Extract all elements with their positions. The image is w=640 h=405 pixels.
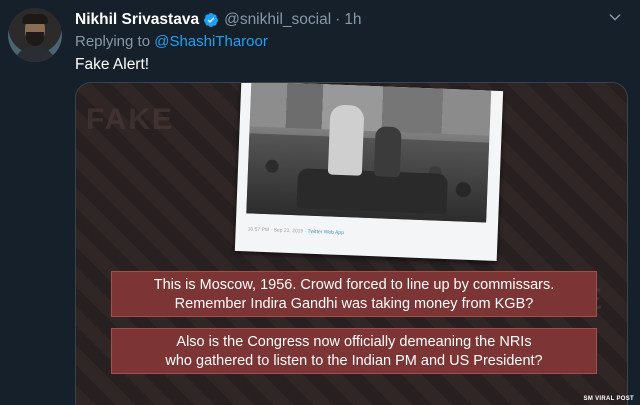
caption-banner-1: This is Moscow, 1956. Crowd forced to li… [111,271,597,317]
historical-photo [246,83,492,223]
author-name[interactable]: Nikhil Srivastava [75,11,199,29]
banner-1-line-2: Remember Indira Gandhi was taking money … [174,296,534,312]
photo-caption: 10:57 PM · Sep 23, 2019 · Twitter Web Ap… [248,226,344,236]
separator-dot: · [335,11,341,28]
avatar[interactable] [8,8,62,62]
photo-caption-time: 10:57 PM · Sep 23, 2019 · [247,226,307,235]
embedded-photo-card: 10:57 PM · Sep 23, 2019 · Twitter Web Ap… [234,83,504,261]
watermark-text: FAKE [86,103,175,136]
banner-2-line-1: Also is the Congress now officially deme… [176,334,532,350]
banner-2-line-2: who gathered to listen to the Indian PM … [165,353,543,369]
replying-prefix: Replying to [75,33,151,50]
tweet-text: Fake Alert! [75,56,150,73]
reply-mention-link[interactable]: @ShashiTharoor [154,33,268,50]
author-handle[interactable]: @snikhil_social [224,11,331,29]
replying-to: Replying to @ShashiTharoor [75,33,268,50]
verified-badge-icon [203,12,219,28]
tweet[interactable]: Nikhil Srivastava @snikhil_social · 1h R… [0,0,640,405]
source-credit: SM VIRAL POST [583,396,634,402]
caption-banner-2: Also is the Congress now officially deme… [111,328,597,374]
banner-1-line-1: This is Moscow, 1956. Crowd forced to li… [153,277,555,293]
tweet-timestamp[interactable]: 1h [344,11,361,29]
tweet-header: Nikhil Srivastava @snikhil_social · 1h [75,10,362,30]
tweet-media-image[interactable]: FAKE FAKE 10:57 PM · Sep 23, 2019 · Twit… [75,82,628,405]
photo-caption-source: Twitter Web App [307,228,345,237]
chevron-down-icon[interactable] [604,6,626,28]
